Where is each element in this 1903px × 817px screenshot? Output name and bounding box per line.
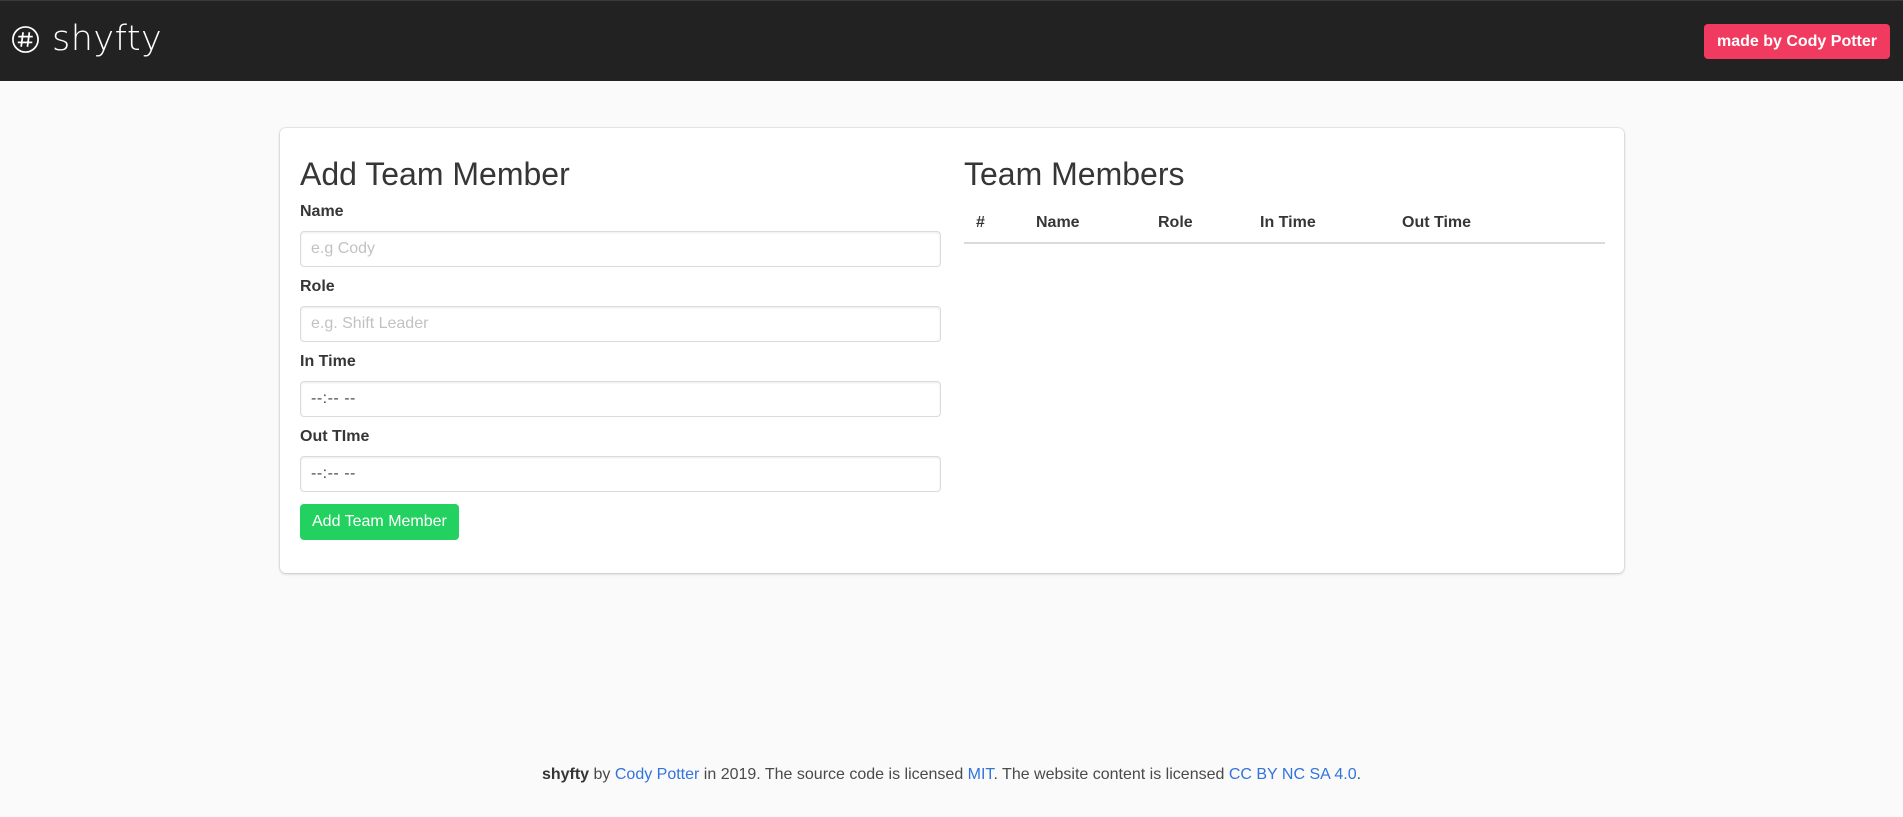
footer-text-1: in 2019. The source code is licensed	[699, 766, 968, 783]
column-header-name: Name	[1024, 208, 1146, 244]
in-time-label: In Time	[300, 353, 356, 370]
footer-brand: shyfty	[541, 766, 590, 783]
column-header-in-time: In Time	[1248, 208, 1390, 244]
footer-mit-link[interactable]: MIT	[968, 766, 994, 783]
main-card: Add Team Member Name Role In Time --:-- …	[280, 128, 1624, 573]
team-title: Team Members	[964, 156, 1185, 192]
footer: shyfty by Cody Potter in 2019. The sourc…	[0, 766, 1903, 784]
column-header-role: Role	[1146, 208, 1248, 244]
footer-by-text: by	[589, 766, 615, 783]
role-input[interactable]	[300, 306, 941, 342]
footer-text-2: . The website content is licensed	[993, 766, 1229, 783]
team-members-panel: Team Members # Name Role In Time Out Tim…	[964, 154, 1605, 244]
out-time-input[interactable]: --:-- --	[300, 456, 941, 492]
name-label: Name	[300, 203, 344, 220]
column-header-number: #	[964, 208, 1024, 244]
shyfty-logo-icon	[12, 25, 39, 53]
form-title: Add Team Member	[300, 156, 570, 192]
navbar: shyfty made by Cody Potter	[0, 0, 1903, 81]
footer-cc-license-link[interactable]: CC BY NC SA 4.0	[1229, 766, 1357, 783]
brand-link[interactable]: shyfty	[11, 19, 162, 59]
brand-name: shyfty	[52, 19, 163, 59]
footer-end-text: .	[1356, 766, 1362, 783]
made-by-button[interactable]: made by Cody Potter	[1703, 24, 1890, 59]
footer-author-link[interactable]: Cody Potter	[615, 766, 699, 783]
team-table: # Name Role In Time Out Time	[964, 208, 1605, 244]
table-header-row: # Name Role In Time Out Time	[964, 208, 1605, 244]
column-header-out-time: Out Time	[1390, 208, 1605, 244]
name-input[interactable]	[300, 231, 941, 267]
role-label: Role	[300, 278, 335, 295]
out-time-label: Out TIme	[300, 428, 370, 445]
add-team-member-button[interactable]: Add Team Member	[300, 504, 459, 540]
add-member-form: Add Team Member Name Role In Time --:-- …	[300, 154, 941, 540]
in-time-input[interactable]: --:-- --	[300, 381, 941, 417]
